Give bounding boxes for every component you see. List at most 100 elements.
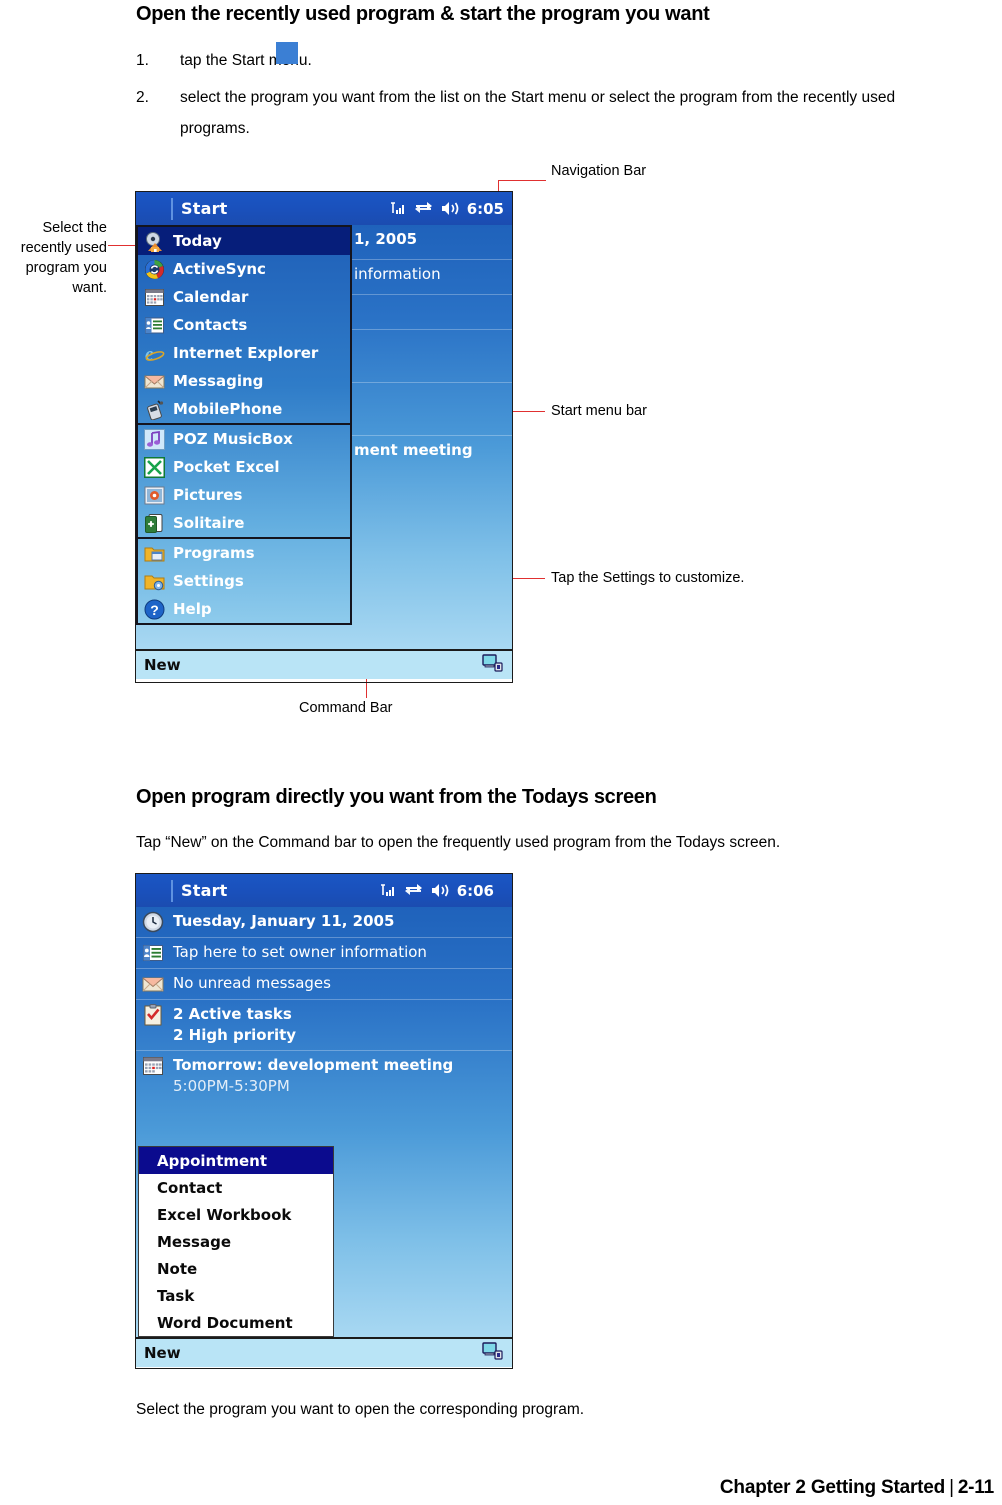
today-row-appointment[interactable]: Tomorrow: development meeting 5:00PM-5:3… [136,1051,512,1101]
tasks-icon [142,1004,164,1026]
navigation-bar: Start 6:05 [136,192,512,225]
start-button-label[interactable]: Start [181,199,228,218]
clock-label: 6:05 [466,199,504,218]
callout-select-recent: Select the recently used program you wan… [20,220,107,296]
navigation-bar: Start 6:06 [136,874,512,907]
start-menu-item-settings[interactable]: Settings [138,567,350,595]
start-menu-popup: Today ActiveSync Calendar Contacts e Int… [136,225,352,625]
today-tasks-label: 2 Active tasks 2 High priority [173,1005,297,1044]
start-menu-label: Messaging [173,372,264,390]
new-menu-item-message[interactable]: Message [139,1228,333,1255]
start-button-label[interactable]: Start [181,881,228,900]
clock-icon [142,911,164,933]
start-menu-item-help[interactable]: ? Help [138,595,350,623]
navbar-divider [171,879,173,902]
volume-icon[interactable] [440,201,460,216]
page-heading-2: Open program directly you want from the … [136,786,657,808]
start-menu-item-programs[interactable]: Programs [138,539,350,567]
new-menu-item-appointment[interactable]: Appointment [139,1147,333,1174]
command-bar: New [136,649,512,679]
signal-icon[interactable] [390,201,407,216]
today-home-icon [144,231,165,252]
start-menu-label: POZ MusicBox [173,430,293,448]
svg-text:?: ? [150,602,159,618]
keyboard-input-icon[interactable] [482,1342,504,1364]
start-menu-item-internet-explorer[interactable]: e Internet Explorer [138,339,350,367]
step-2-text: select the program you want from the lis… [180,89,896,106]
windows-watermark-icon [392,523,484,601]
start-menu-item-messaging[interactable]: Messaging [138,367,350,395]
new-menu-item-word-document[interactable]: Word Document [139,1309,333,1336]
programs-folder-icon [144,543,165,564]
footer-chapter: Chapter 2 Getting Started [719,1477,946,1498]
new-menu-item-contact[interactable]: Contact [139,1174,333,1201]
start-menu-label: Help [173,600,212,618]
step-2-text-line2: programs. [180,120,250,137]
start-menu-item-mobilephone[interactable]: MobilePhone [138,395,350,423]
messaging-icon [142,973,164,995]
start-menu-item-calendar[interactable]: Calendar [138,283,350,311]
page-footer: Chapter 2 Getting Started | 2-11 [720,1477,994,1499]
today-screen-background: 1, 2005 information ment meeting Today A… [136,225,512,649]
today-row-date[interactable]: Tuesday, January 11, 2005 [136,907,512,938]
contacts-icon [144,315,165,336]
connectivity-icon[interactable] [404,883,423,898]
pda-screenshot-new-menu: Start 6:06 Tuesday, January 11, 2005 Tap… [135,873,513,1369]
page-heading-1: Open the recently used program & start t… [136,3,710,25]
start-menu-label: Contacts [173,316,248,334]
help-question-icon: ? [144,599,165,620]
volume-icon[interactable] [430,883,450,898]
new-menu-item-task[interactable]: Task [139,1282,333,1309]
paragraph-tap-new: Tap “New” on the Command bar to open the… [136,834,781,851]
pictures-icon [144,485,165,506]
start-menu-label: Internet Explorer [173,344,319,362]
start-menu-label: Solitaire [173,514,245,532]
start-button-icon[interactable] [141,198,167,220]
start-menu-label: Pocket Excel [173,458,280,476]
pda-screenshot-start-menu: Start 6:05 1, 2005 information ment meet… [135,191,513,683]
command-bar: New [136,1337,512,1367]
start-menu-item-pocket-excel[interactable]: Pocket Excel [138,453,350,481]
internet-explorer-icon: e [144,343,165,364]
start-menu-label: Pictures [173,486,243,504]
start-menu-label: Today [173,232,222,250]
start-menu-item-pictures[interactable]: Pictures [138,481,350,509]
paragraph-select-open: Select the program you want to open the … [136,1401,585,1418]
start-menu-item-activesync[interactable]: ActiveSync [138,255,350,283]
today-owner-label: Tap here to set owner information [173,943,427,961]
keyboard-input-icon[interactable] [482,654,504,676]
today-row-messages[interactable]: No unread messages [136,969,512,1000]
today-messages-label: No unread messages [173,974,331,992]
new-menu-item-excel-workbook[interactable]: Excel Workbook [139,1201,333,1228]
start-logo-inline-icon [276,42,298,64]
activesync-icon [144,259,165,280]
start-menu-label: ActiveSync [173,260,266,278]
settings-folder-icon [144,571,165,592]
today-appointment-label: Tomorrow: development meeting 5:00PM-5:3… [173,1056,454,1095]
connectivity-icon[interactable] [414,201,433,216]
start-menu-item-contacts[interactable]: Contacts [138,311,350,339]
signal-icon[interactable] [380,883,397,898]
start-button-icon[interactable] [141,880,167,902]
today-screen: Tuesday, January 11, 2005 Tap here to se… [136,907,512,1337]
status-tray: 6:05 [390,200,512,218]
callout-start-menu-bar: Start menu bar [551,403,647,419]
start-menu-item-today[interactable]: Today [138,227,350,255]
status-tray: 6:06 [380,882,512,900]
navbar-divider [171,197,173,220]
start-menu-item-solitaire[interactable]: Solitaire [138,509,350,537]
music-note-icon [144,428,165,450]
footer-page-number: 2-11 [957,1477,994,1498]
leader-line-navigation-bar-h [498,180,546,181]
excel-icon [144,456,165,478]
today-row-owner[interactable]: Tap here to set owner information [136,938,512,969]
callout-tap-settings: Tap the Settings to customize. [551,570,745,586]
new-menu-item-note[interactable]: Note [139,1255,333,1282]
start-menu-item-poz-musicbox[interactable]: POZ MusicBox [138,425,350,453]
new-button[interactable]: New [144,656,181,674]
today-row-tasks[interactable]: 2 Active tasks 2 High priority [136,1000,512,1051]
step-1-number: 1. [136,52,149,69]
footer-separator: | [949,1477,954,1498]
step-2-number: 2. [136,89,149,106]
new-button[interactable]: New [144,1344,181,1362]
